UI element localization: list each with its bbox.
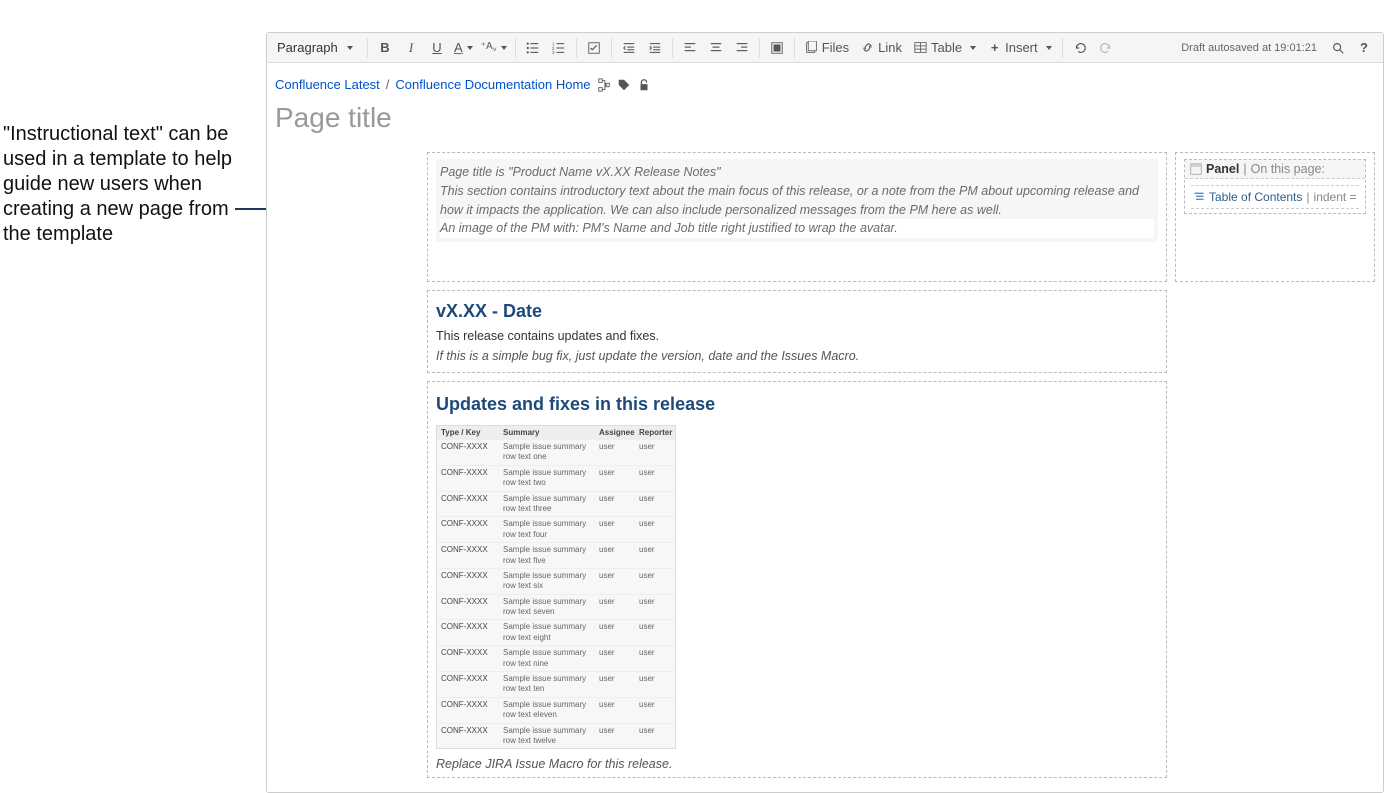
jira-row: CONF-XXXXSample issue summary row text t… <box>437 491 675 517</box>
page-title-input[interactable]: Page title <box>267 96 1383 146</box>
callout-instructional-text: "Instructional text" can be used in a te… <box>3 122 249 247</box>
page-layout-button[interactable] <box>764 35 790 61</box>
divider <box>367 38 368 58</box>
underline-button[interactable]: U <box>424 35 450 61</box>
toc-icon <box>1193 191 1205 204</box>
align-left-button[interactable] <box>677 35 703 61</box>
svg-text:3: 3 <box>552 50 555 55</box>
layout-cell-sidebar[interactable]: Panel | On this page: Table of Contents … <box>1175 152 1375 282</box>
breadcrumb: Confluence Latest / Confluence Documenta… <box>275 77 1375 92</box>
files-icon <box>805 41 818 54</box>
jira-row: CONF-XXXXSample issue summary row text s… <box>437 568 675 594</box>
jira-header: Type / Key Summary Assignee Reporter <box>437 426 675 439</box>
divider <box>759 38 760 58</box>
restrictions-icon[interactable] <box>637 78 651 92</box>
breadcrumb-home-link[interactable]: Confluence Documentation Home <box>395 77 590 92</box>
jira-row: CONF-XXXXSample issue summary row text f… <box>437 516 675 542</box>
jira-row: CONF-XXXXSample issue summary row text t… <box>437 723 675 749</box>
divider <box>576 38 577 58</box>
align-right-button[interactable] <box>729 35 755 61</box>
layout-cell-release[interactable]: vX.XX - Date This release contains updat… <box>427 290 1167 373</box>
bold-button[interactable]: B <box>372 35 398 61</box>
instructional-placeholder[interactable]: Page title is "Product Name vX.XX Releas… <box>436 159 1158 242</box>
divider <box>794 38 795 58</box>
number-list-button[interactable]: 123 <box>546 35 572 61</box>
breadcrumb-separator: / <box>386 77 390 92</box>
jira-row: CONF-XXXXSample issue summary row text n… <box>437 645 675 671</box>
paragraph-style-dropdown[interactable]: Paragraph <box>273 37 363 59</box>
link-button[interactable]: Link <box>855 35 908 61</box>
updates-heading[interactable]: Updates and fixes in this release <box>436 388 1158 421</box>
task-list-button[interactable] <box>581 35 607 61</box>
jira-row: CONF-XXXXSample issue summary row text t… <box>437 465 675 491</box>
panel-icon <box>1189 163 1202 176</box>
jira-replace-hint[interactable]: Replace JIRA Issue Macro for this releas… <box>436 749 1158 771</box>
toc-macro[interactable]: Table of Contents | indent = 0 | m <box>1191 185 1359 209</box>
bullet-list-button[interactable] <box>520 35 546 61</box>
jira-row: CONF-XXXXSample issue summary row text o… <box>437 439 675 465</box>
divider <box>611 38 612 58</box>
jira-row: CONF-XXXXSample issue summary row text f… <box>437 542 675 568</box>
italic-button[interactable]: I <box>398 35 424 61</box>
redo-button[interactable] <box>1093 35 1119 61</box>
plus-icon: + <box>988 41 1001 54</box>
help-button[interactable]: ? <box>1351 35 1377 61</box>
release-hint-text[interactable]: If this is a simple bug fix, just update… <box>436 346 1158 366</box>
divider <box>672 38 673 58</box>
outdent-button[interactable] <box>616 35 642 61</box>
link-icon <box>861 41 874 54</box>
files-button[interactable]: Files <box>799 35 855 61</box>
table-button[interactable]: Table <box>908 35 982 61</box>
divider <box>515 38 516 58</box>
panel-macro[interactable]: Panel | On this page: Table of Contents … <box>1184 159 1366 214</box>
editor-panel: Paragraph B I U A ⁺A˅ 123 <box>266 32 1384 793</box>
undo-button[interactable] <box>1067 35 1093 61</box>
more-formatting-button[interactable]: ⁺A˅ <box>477 35 511 61</box>
table-icon <box>914 41 927 54</box>
location-icon[interactable] <box>597 78 611 92</box>
editor-toolbar: Paragraph B I U A ⁺A˅ 123 <box>267 33 1383 63</box>
release-heading[interactable]: vX.XX - Date <box>436 297 1158 326</box>
release-body-text[interactable]: This release contains updates and fixes. <box>436 326 1158 346</box>
divider <box>1062 38 1063 58</box>
layout-cell-intro[interactable]: Page title is "Product Name vX.XX Releas… <box>427 152 1167 282</box>
layout-cell-updates[interactable]: Updates and fixes in this release Type /… <box>427 381 1167 778</box>
breadcrumb-root-link[interactable]: Confluence Latest <box>275 77 380 92</box>
find-button[interactable] <box>1325 35 1351 61</box>
labels-icon[interactable] <box>617 78 631 92</box>
jira-row: CONF-XXXXSample issue summary row text e… <box>437 619 675 645</box>
align-center-button[interactable] <box>703 35 729 61</box>
jira-row: CONF-XXXXSample issue summary row text s… <box>437 594 675 620</box>
jira-row: CONF-XXXXSample issue summary row text e… <box>437 697 675 723</box>
insert-button[interactable]: + Insert <box>982 35 1058 61</box>
autosave-status: Draft autosaved at 19:01:21 <box>1173 42 1325 54</box>
jira-row: CONF-XXXXSample issue summary row text t… <box>437 671 675 697</box>
text-color-button[interactable]: A <box>450 35 477 61</box>
indent-button[interactable] <box>642 35 668 61</box>
jira-issues-macro[interactable]: Type / Key Summary Assignee Reporter CON… <box>436 425 676 749</box>
